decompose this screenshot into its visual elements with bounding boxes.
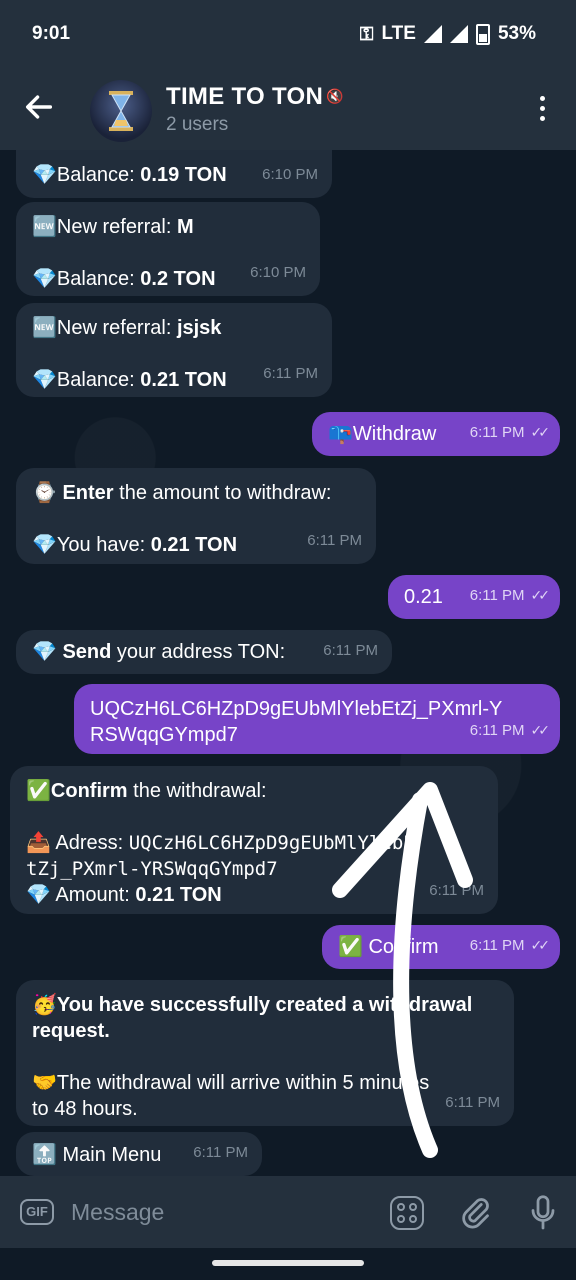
- read-ticks-icon: ✓✓: [530, 722, 551, 738]
- message-incoming[interactable]: ✅Confirm the withdrawal: 📤 Adress: UQCzH…: [10, 766, 498, 914]
- message-time: 6:10 PM: [250, 264, 306, 281]
- message-outgoing[interactable]: 📪Withdraw 6:11 PM ✓✓: [312, 412, 560, 456]
- app-header: 9:01 ⚿ LTE 53% TIME TO TON 🔇 2 users: [0, 0, 576, 150]
- gem-icon: 💎: [26, 884, 51, 906]
- watch-icon: ⌚: [32, 482, 57, 504]
- message-outgoing[interactable]: 0.21 6:11 PM ✓✓: [388, 575, 560, 619]
- message-time: 6:11 PM: [469, 587, 525, 604]
- outbox-icon: 📤: [26, 832, 51, 854]
- mute-icon: 🔇: [326, 88, 344, 104]
- gem-icon: 💎: [32, 369, 57, 391]
- top-icon: 🔝: [32, 1144, 57, 1166]
- battery-label: 53%: [497, 23, 536, 44]
- mic-icon[interactable]: [528, 1194, 558, 1232]
- signal-icon: [423, 25, 442, 43]
- message-incoming[interactable]: 💎Balance: 0.19 TON 6:10 PM: [16, 150, 332, 198]
- chat-title[interactable]: TIME TO TON: [166, 83, 323, 111]
- hourglass-icon: [109, 91, 133, 131]
- message-time: 6:11 PM: [263, 365, 318, 382]
- gem-icon: 💎: [32, 534, 57, 556]
- gem-icon: 💎: [32, 641, 57, 663]
- signal-icon: [449, 25, 468, 43]
- more-vert-icon[interactable]: [530, 96, 554, 124]
- status-icons: ⚿ LTE 53%: [360, 23, 536, 45]
- message-time: 6:11 PM: [445, 1094, 500, 1111]
- message-outgoing[interactable]: UQCzH6LC6HZpD9gEUbMlYlebEtZj_PXmrl-Y RSW…: [74, 684, 560, 754]
- message-input[interactable]: Message: [71, 1199, 164, 1226]
- message-incoming[interactable]: 🆕New referral: jsjsk 💎Balance: 0.21 TON …: [16, 303, 332, 397]
- new-icon: 🆕: [32, 317, 57, 339]
- status-time: 9:01: [32, 23, 71, 44]
- gem-icon: 💎: [32, 164, 57, 186]
- message-incoming[interactable]: 💎 Send your address TON: 6:11 PM: [16, 630, 392, 674]
- party-icon: 🥳: [32, 994, 57, 1016]
- message-time: 6:11 PM: [469, 722, 525, 739]
- message-outgoing[interactable]: ✅ Confirm 6:11 PM ✓✓: [322, 925, 560, 969]
- network-label: LTE: [381, 23, 416, 44]
- message-time: 6:11 PM: [307, 532, 362, 549]
- message-incoming[interactable]: 🥳You have successfully created a withdra…: [16, 980, 514, 1126]
- gif-icon[interactable]: GIF: [20, 1199, 54, 1225]
- message-time: 6:10 PM: [262, 166, 318, 183]
- system-nav-bar: [0, 1248, 576, 1280]
- check-icon: ✅: [26, 780, 51, 802]
- check-icon: ✅: [338, 936, 363, 958]
- message-time: 6:11 PM: [429, 882, 484, 899]
- sticker-icon[interactable]: [390, 1196, 424, 1230]
- read-ticks-icon: ✓✓: [530, 937, 551, 953]
- message-time: 6:11 PM: [193, 1144, 248, 1161]
- new-icon: 🆕: [32, 216, 57, 238]
- read-ticks-icon: ✓✓: [530, 587, 551, 603]
- message-time: 6:11 PM: [469, 424, 525, 441]
- battery-icon: [475, 23, 490, 45]
- status-bar: 9:01 ⚿ LTE 53%: [0, 0, 576, 70]
- read-ticks-icon: ✓✓: [530, 424, 551, 440]
- key-icon: ⚿: [359, 23, 374, 44]
- mailbox-icon: 📪: [328, 423, 353, 445]
- handshake-icon: 🤝: [32, 1072, 57, 1094]
- message-list[interactable]: 💎Balance: 0.19 TON 6:10 PM 🆕New referral…: [0, 150, 576, 1176]
- attach-icon[interactable]: [460, 1194, 490, 1230]
- back-arrow-icon[interactable]: [22, 90, 56, 124]
- message-incoming[interactable]: 🔝 Main Menu 6:11 PM: [16, 1132, 262, 1176]
- chat-subtitle: 2 users: [166, 114, 229, 135]
- home-gesture-bar[interactable]: [212, 1260, 364, 1266]
- message-incoming[interactable]: 🆕New referral: M 💎Balance: 0.2 TON 6:10 …: [16, 202, 320, 296]
- avatar[interactable]: [90, 80, 152, 142]
- message-time: 6:11 PM: [323, 642, 378, 659]
- message-incoming[interactable]: ⌚ Enter the amount to withdraw: 💎You hav…: [16, 468, 376, 564]
- gem-icon: 💎: [32, 268, 57, 290]
- composer: GIF Message: [0, 1176, 576, 1248]
- message-time: 6:11 PM: [469, 937, 525, 954]
